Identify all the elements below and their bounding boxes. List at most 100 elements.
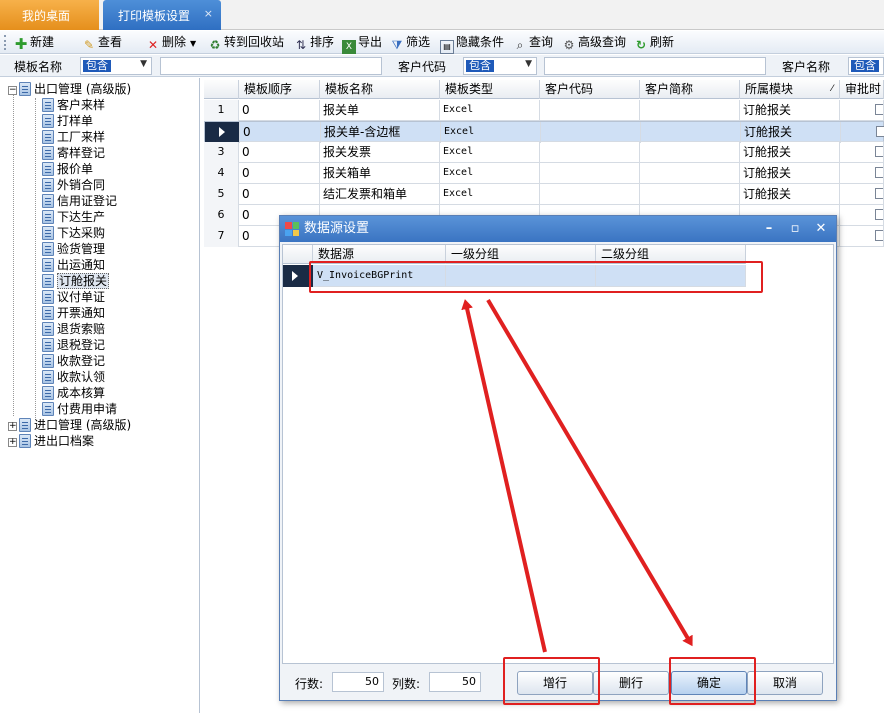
table-cell[interactable] xyxy=(541,122,641,143)
filter-op-customer-code[interactable]: 包含 ▼ xyxy=(463,57,537,75)
table-cell[interactable]: 订舱报关 xyxy=(740,184,840,205)
column-header[interactable]: 客户简称 xyxy=(640,80,740,99)
tree-node-child[interactable]: 议付单证 xyxy=(42,289,105,305)
table-cell[interactable] xyxy=(641,122,741,143)
table-cell[interactable]: 订舱报关 xyxy=(740,163,840,184)
table-cell[interactable]: Excel xyxy=(440,142,540,163)
table-row[interactable]: 3 0 报关发票 Excel 订舱报关 xyxy=(204,142,884,163)
table-cell[interactable]: 结汇发票和箱单 xyxy=(320,184,440,205)
table-cell[interactable] xyxy=(640,163,740,184)
close-icon[interactable]: ✕ xyxy=(810,216,832,242)
filter-op-template-name[interactable]: 包含 ▼ xyxy=(80,57,152,75)
maximize-icon[interactable]: ▫ xyxy=(784,216,806,242)
filter-input-customer-code[interactable] xyxy=(544,57,766,75)
column-header[interactable]: 审批时 xyxy=(840,80,884,99)
export-button[interactable]: X 导出 xyxy=(342,33,382,54)
column-header[interactable]: 模板顺序 xyxy=(239,80,320,99)
column-header[interactable]: 模板类型 xyxy=(440,80,540,99)
table-cell[interactable] xyxy=(540,163,640,184)
table-cell[interactable] xyxy=(540,100,640,121)
table-cell[interactable] xyxy=(640,184,740,205)
minimize-icon[interactable]: – xyxy=(758,216,780,242)
approval-checkbox[interactable] xyxy=(875,188,883,199)
approval-checkbox[interactable] xyxy=(875,209,883,220)
tree-node-child[interactable]: 收款认领 xyxy=(42,369,105,385)
tree-node-child[interactable]: 收款登记 xyxy=(42,353,105,369)
table-cell[interactable]: Excel xyxy=(440,100,540,121)
column-header[interactable]: 模板名称 xyxy=(320,80,440,99)
table-cell[interactable]: 订舱报关 xyxy=(740,142,840,163)
table-cell[interactable]: 0 xyxy=(240,122,321,143)
tree-node-child[interactable]: 开票通知 xyxy=(42,305,105,321)
sort-button[interactable]: ⇅ 排序 xyxy=(294,33,334,52)
tree-node-child[interactable]: 付费用申请 xyxy=(42,401,117,417)
filter-op-customer-name[interactable]: 包含 xyxy=(848,57,884,75)
tree-node-child[interactable]: 客户来样 xyxy=(42,97,105,113)
tree-node-import-mgmt[interactable]: + 进口管理 (高级版) xyxy=(8,417,131,433)
tree-node-export-mgmt[interactable]: − 出口管理 (高级版) xyxy=(8,81,131,97)
table-row[interactable]: 1 0 报关单 Excel 订舱报关 xyxy=(204,100,884,121)
delete-button[interactable]: ✕ 删除 ▼ xyxy=(146,33,196,52)
tree-node-archives[interactable]: + 进出口档案 xyxy=(8,433,94,449)
cols-input[interactable]: 50 xyxy=(429,672,481,692)
table-cell[interactable]: 0 xyxy=(239,163,320,184)
table-row[interactable]: 4 0 报关箱单 Excel 订舱报关 xyxy=(204,163,884,184)
approval-checkbox[interactable] xyxy=(875,104,883,115)
tab-my-desktop[interactable]: 我的桌面 xyxy=(0,0,99,30)
tree-node-child[interactable]: 下达采购 xyxy=(42,225,105,241)
refresh-button[interactable]: ↻ 刷新 xyxy=(634,33,674,52)
table-cell[interactable]: 0 xyxy=(239,100,320,121)
collapse-icon[interactable]: − xyxy=(8,86,17,95)
close-tab-icon[interactable]: × xyxy=(204,7,213,20)
column-header[interactable]: 客户代码 xyxy=(540,80,640,99)
rows-input[interactable]: 50 xyxy=(332,672,384,692)
tree-node-child[interactable]: 退税登记 xyxy=(42,337,105,353)
table-cell[interactable] xyxy=(540,184,640,205)
tree-node-child[interactable]: 信用证登记 xyxy=(42,193,117,209)
cancel-button[interactable]: 取消 xyxy=(747,671,823,695)
dropdown-arrow-icon[interactable]: ▼ xyxy=(190,39,196,48)
table-row[interactable]: 0 报关单-含边框 Excel 订舱报关 xyxy=(204,121,884,143)
table-row[interactable]: 5 0 结汇发票和箱单 Excel 订舱报关 xyxy=(204,184,884,205)
tree-node-child[interactable]: 外销合同 xyxy=(42,177,105,193)
table-cell[interactable]: 报关箱单 xyxy=(320,163,440,184)
approval-checkbox[interactable] xyxy=(876,126,884,137)
table-cell[interactable]: 0 xyxy=(239,142,320,163)
query-button[interactable]: ⌕ 查询 xyxy=(513,33,553,52)
column-header[interactable]: 所属模块 ⁄ xyxy=(740,80,840,99)
delete-row-button[interactable]: 删行 xyxy=(593,671,669,695)
tab-print-template[interactable]: 打印模板设置 × xyxy=(103,0,221,30)
filter-input-template-name[interactable] xyxy=(160,57,382,75)
advanced-query-button[interactable]: ⚙ 高级查询 xyxy=(562,33,626,52)
tree-node-child[interactable]: 成本核算 xyxy=(42,385,105,401)
expand-icon[interactable]: + xyxy=(8,438,17,447)
table-cell[interactable]: Excel xyxy=(440,163,540,184)
table-cell[interactable] xyxy=(540,142,640,163)
dialog-titlebar[interactable]: 数据源设置 – ▫ ✕ xyxy=(280,216,836,242)
tree-node-child[interactable]: 出运通知 xyxy=(42,257,105,273)
table-cell[interactable]: 报关单 xyxy=(320,100,440,121)
filter-button[interactable]: ⧩ 筛选 xyxy=(390,33,430,52)
tree-node-child[interactable]: 寄样登记 xyxy=(42,145,105,161)
view-button[interactable]: ✎ 查看 xyxy=(82,33,122,52)
table-cell[interactable]: 订舱报关 xyxy=(740,100,840,121)
tree-node-child[interactable]: 订舱报关 xyxy=(42,273,110,289)
tree-node-child[interactable]: 报价单 xyxy=(42,161,93,177)
expand-icon[interactable]: + xyxy=(8,422,17,431)
approval-checkbox[interactable] xyxy=(875,167,883,178)
new-button[interactable]: ✚ 新建 xyxy=(14,33,54,52)
hide-conditions-button[interactable]: ▤ 隐藏条件 xyxy=(440,33,504,54)
tree-node-child[interactable]: 验货管理 xyxy=(42,241,105,257)
recycle-button[interactable]: ♻ 转到回收站 xyxy=(208,33,284,52)
tree-node-child[interactable]: 退货索赔 xyxy=(42,321,105,337)
table-cell[interactable]: 订舱报关 xyxy=(741,122,841,143)
table-cell[interactable]: 报关单-含边框 xyxy=(321,122,441,143)
table-cell[interactable] xyxy=(640,100,740,121)
table-cell[interactable]: Excel xyxy=(441,122,541,143)
table-cell[interactable]: 0 xyxy=(239,184,320,205)
tree-node-child[interactable]: 工厂来样 xyxy=(42,129,105,145)
table-cell[interactable]: Excel xyxy=(440,184,540,205)
tree-node-child[interactable]: 打样单 xyxy=(42,113,93,129)
table-cell[interactable] xyxy=(640,142,740,163)
approval-checkbox[interactable] xyxy=(875,146,883,157)
